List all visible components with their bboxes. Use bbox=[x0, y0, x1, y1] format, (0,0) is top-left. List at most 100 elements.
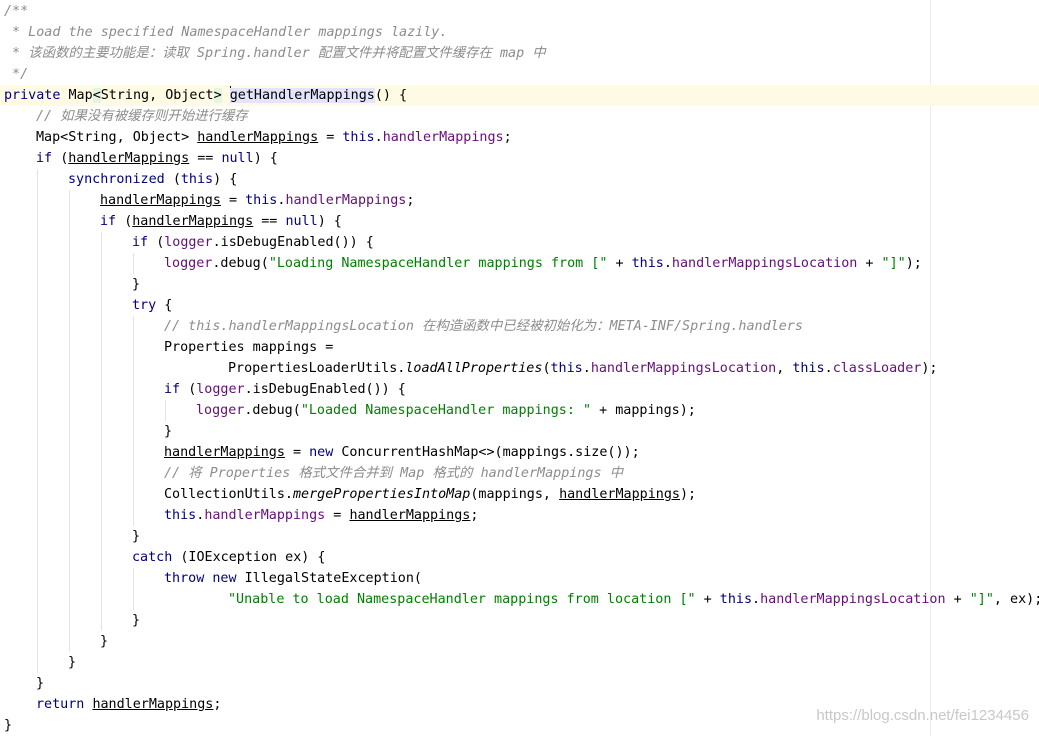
code-line[interactable]: synchronized (this) { bbox=[0, 169, 1039, 190]
code-line[interactable]: // this.handlerMappingsLocation 在构造函数中已经… bbox=[0, 316, 1039, 337]
code-line[interactable]: } bbox=[0, 673, 1039, 694]
indent-guide bbox=[69, 337, 70, 358]
code-line[interactable]: * Load the specified NamespaceHandler ma… bbox=[0, 22, 1039, 43]
code-token: + bbox=[857, 256, 882, 271]
indent-guide bbox=[37, 232, 38, 253]
code-line[interactable]: handlerMappings = this.handlerMappings; bbox=[0, 190, 1039, 211]
code-token: } bbox=[132, 277, 141, 292]
code-line[interactable]: } bbox=[0, 652, 1039, 673]
code-token: ) { bbox=[317, 214, 342, 229]
code-token: Properties mappings = bbox=[164, 340, 334, 355]
code-editor[interactable]: /** * Load the specified NamespaceHandle… bbox=[0, 0, 1039, 736]
code-token: this bbox=[631, 256, 664, 271]
code-line[interactable]: logger.debug("Loaded NamespaceHandler ma… bbox=[0, 400, 1039, 421]
code-token: ); bbox=[680, 487, 697, 502]
code-token: < bbox=[92, 88, 101, 103]
code-token: (IOException ex) { bbox=[180, 550, 326, 565]
code-token: handlerMappings bbox=[100, 193, 221, 208]
code-line[interactable]: // 将 Properties 格式文件合并到 Map 格式的 handlerM… bbox=[0, 463, 1039, 484]
code-line[interactable]: } bbox=[0, 631, 1039, 652]
code-token: handlerMappingsLocation bbox=[590, 361, 777, 376]
code-line[interactable]: } bbox=[0, 526, 1039, 547]
code-line-content: if (handlerMappings == null) { bbox=[36, 151, 278, 166]
indent-guide bbox=[133, 505, 134, 526]
indent-guide bbox=[69, 190, 70, 211]
code-line[interactable]: if (logger.isDebugEnabled()) { bbox=[0, 379, 1039, 400]
code-line[interactable]: Map<String, Object> handlerMappings = th… bbox=[0, 127, 1039, 148]
code-token: } bbox=[132, 529, 141, 544]
code-token: } bbox=[68, 655, 77, 670]
code-line[interactable]: */ bbox=[0, 64, 1039, 85]
code-token: new bbox=[309, 445, 342, 460]
code-token: catch bbox=[132, 550, 181, 565]
code-token: handlerMappings bbox=[197, 130, 319, 145]
indent-guide bbox=[69, 379, 70, 400]
code-token: */ bbox=[4, 67, 29, 82]
code-token: this bbox=[342, 130, 375, 145]
code-line[interactable]: CollectionUtils.mergePropertiesIntoMap(m… bbox=[0, 484, 1039, 505]
code-token: /** bbox=[4, 4, 29, 19]
code-line[interactable]: if (handlerMappings == null) { bbox=[0, 211, 1039, 232]
code-line[interactable]: if (handlerMappings == null) { bbox=[0, 148, 1039, 169]
code-token: if bbox=[100, 214, 125, 229]
code-line[interactable]: } bbox=[0, 610, 1039, 631]
code-token: handlerMappings bbox=[132, 214, 254, 229]
code-line[interactable]: try { bbox=[0, 295, 1039, 316]
code-token: handlerMappings bbox=[68, 151, 190, 166]
code-line[interactable]: } bbox=[0, 274, 1039, 295]
indent-guide bbox=[37, 316, 38, 337]
code-token: + bbox=[607, 256, 632, 271]
code-line-content: if (logger.isDebugEnabled()) { bbox=[132, 235, 374, 250]
code-line-content: } bbox=[132, 277, 140, 292]
code-token: loadAllProperties bbox=[405, 361, 543, 376]
indent-guide bbox=[101, 568, 102, 589]
code-line[interactable]: } bbox=[0, 421, 1039, 442]
code-token: = bbox=[325, 508, 350, 523]
code-line[interactable]: // 如果没有被缓存则开始进行缓存 bbox=[0, 106, 1039, 127]
code-line-content: handlerMappings = new ConcurrentHashMap<… bbox=[164, 445, 640, 460]
code-line-content: Properties mappings = bbox=[164, 340, 333, 355]
code-line[interactable]: PropertiesLoaderUtils.loadAllProperties(… bbox=[0, 358, 1039, 379]
code-line-content: CollectionUtils.mergePropertiesIntoMap(m… bbox=[164, 487, 696, 502]
code-line-content: logger.debug("Loaded NamespaceHandler ma… bbox=[196, 403, 696, 418]
indent-guide bbox=[101, 484, 102, 505]
indent-guide bbox=[101, 610, 102, 631]
indent-guide bbox=[37, 652, 38, 673]
indent-guide bbox=[37, 610, 38, 631]
code-line-content: private Map<String, Object> getHandlerMa… bbox=[4, 86, 407, 103]
code-line[interactable]: if (logger.isDebugEnabled()) { bbox=[0, 232, 1039, 253]
indent-guide bbox=[101, 526, 102, 547]
indent-guide bbox=[101, 505, 102, 526]
indent-guide bbox=[37, 295, 38, 316]
code-line[interactable]: Properties mappings = bbox=[0, 337, 1039, 358]
code-line-content: "Unable to load NamespaceHandler mapping… bbox=[228, 592, 1039, 607]
code-line-content: try { bbox=[132, 298, 172, 313]
code-token: classLoader bbox=[832, 361, 922, 376]
code-line[interactable]: private Map<String, Object> getHandlerMa… bbox=[0, 85, 1039, 106]
code-line[interactable]: "Unable to load NamespaceHandler mapping… bbox=[0, 589, 1039, 610]
code-line[interactable]: throw new IllegalStateException( bbox=[0, 568, 1039, 589]
code-line[interactable]: * 该函数的主要功能是：读取 Spring.handler 配置文件并将配置文件… bbox=[0, 43, 1039, 64]
indent-guide bbox=[69, 358, 70, 379]
code-token: if bbox=[36, 151, 61, 166]
indent-guide bbox=[101, 421, 102, 442]
code-token: logger bbox=[164, 256, 213, 271]
code-token: null bbox=[221, 151, 254, 166]
code-line[interactable]: this.handlerMappings = handlerMappings; bbox=[0, 505, 1039, 526]
code-line-content: return handlerMappings; bbox=[36, 697, 221, 712]
code-area[interactable]: /** * Load the specified NamespaceHandle… bbox=[0, 1, 1039, 736]
code-token: getHandlerMappings bbox=[229, 88, 375, 103]
code-token: .isDebugEnabled()) { bbox=[244, 382, 406, 397]
indent-guide bbox=[133, 484, 134, 505]
indent-guide bbox=[37, 547, 38, 568]
code-line[interactable]: logger.debug("Loading NamespaceHandler m… bbox=[0, 253, 1039, 274]
code-token: . bbox=[752, 592, 761, 607]
code-line[interactable]: /** bbox=[0, 1, 1039, 22]
code-token: "]" bbox=[881, 256, 906, 271]
code-line[interactable]: catch (IOException ex) { bbox=[0, 547, 1039, 568]
indent-guide bbox=[37, 211, 38, 232]
code-token: . bbox=[582, 361, 591, 376]
code-line[interactable]: handlerMappings = new ConcurrentHashMap<… bbox=[0, 442, 1039, 463]
indent-guide bbox=[69, 442, 70, 463]
code-token: handlerMappingsLocation bbox=[671, 256, 858, 271]
